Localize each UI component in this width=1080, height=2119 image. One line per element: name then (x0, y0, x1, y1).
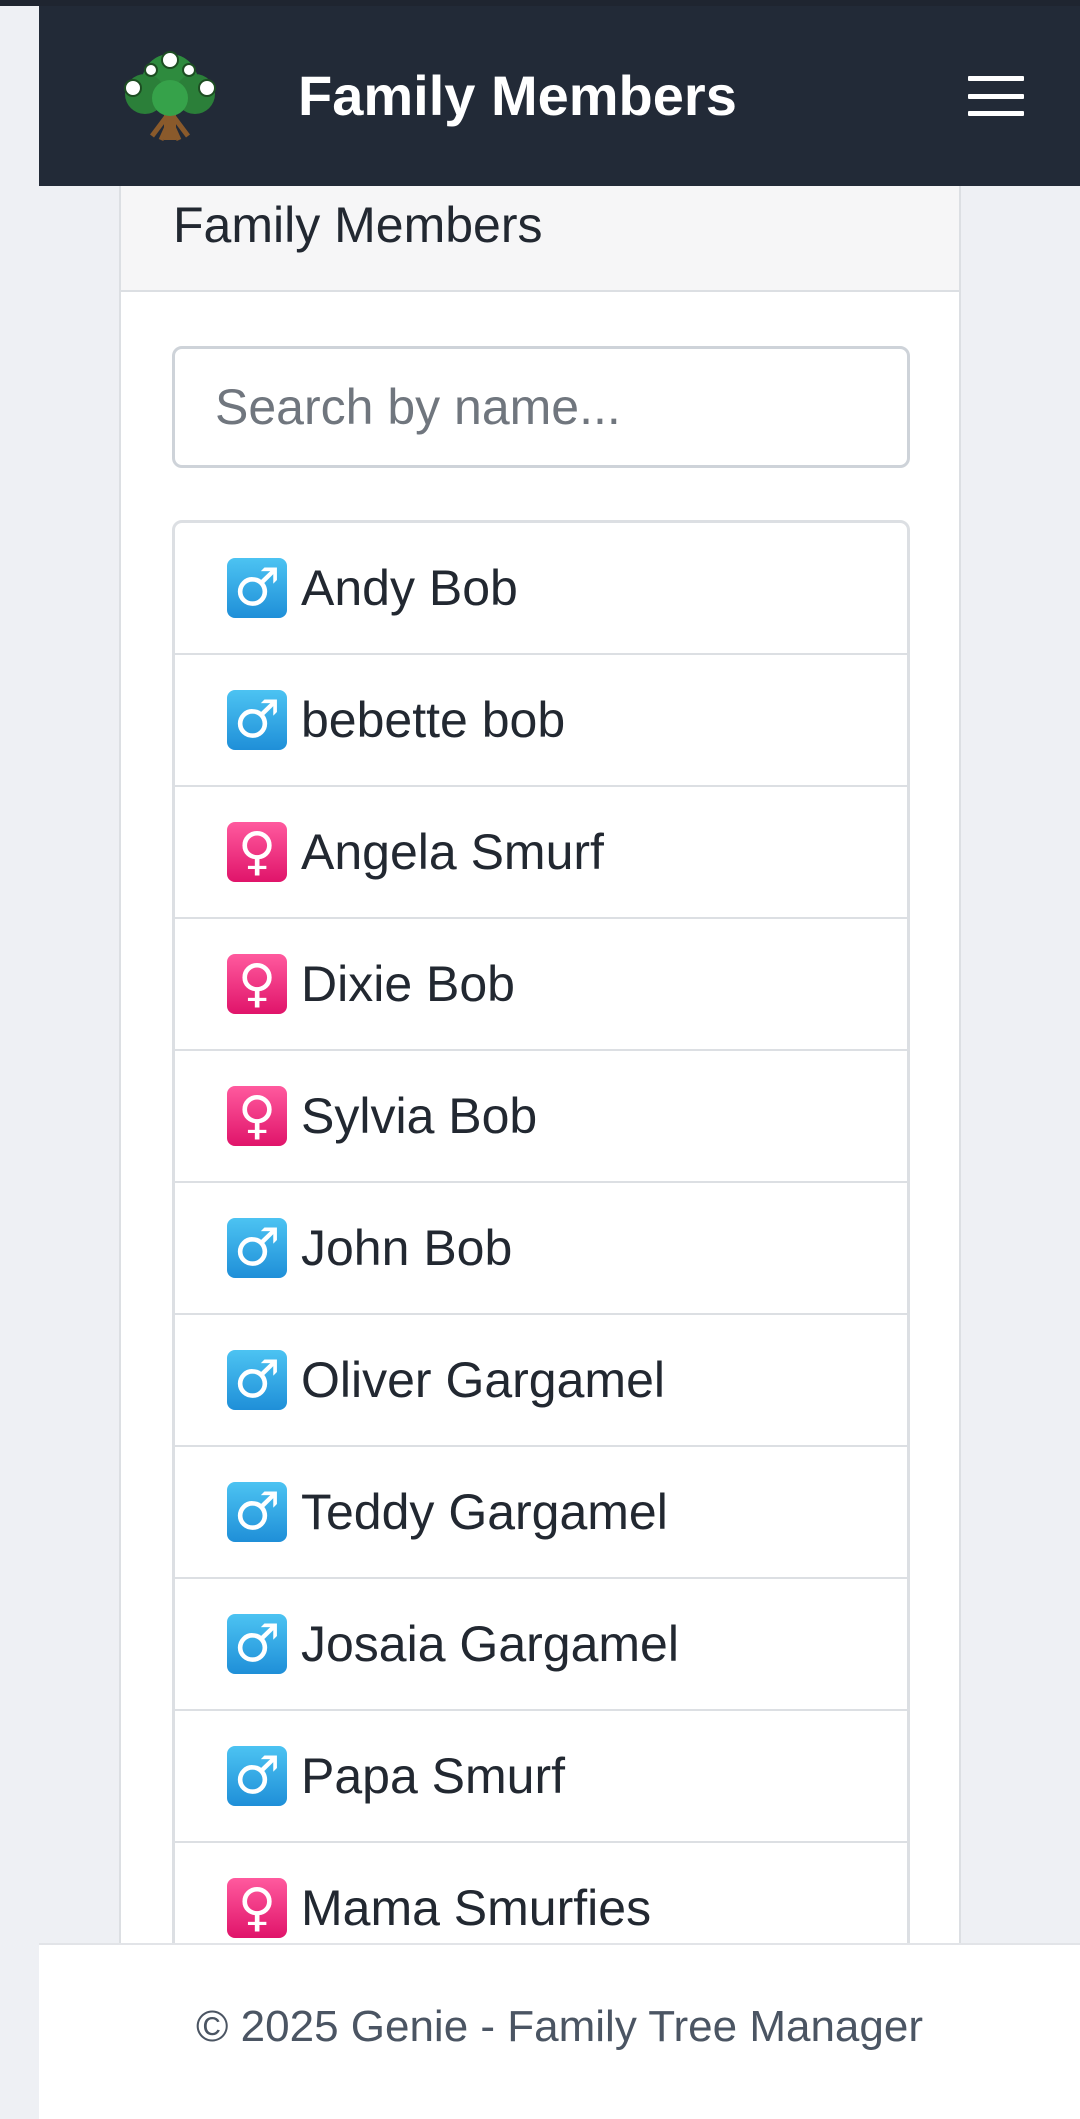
female-sign-icon: ♀ (227, 822, 287, 882)
member-name: bebette bob (301, 692, 566, 748)
member-list-item[interactable]: ♂ Josaia Gargamel (175, 1579, 907, 1711)
member-name: Andy Bob (301, 560, 518, 616)
male-sign-icon: ♂ (227, 1350, 287, 1410)
navbar: Family Members (39, 6, 1080, 186)
footer: © 2025 Genie - Family Tree Manager (39, 1943, 1080, 2119)
member-list-item[interactable]: ♀ Sylvia Bob (175, 1051, 907, 1183)
member-list-item[interactable]: ♂ John Bob (175, 1183, 907, 1315)
member-list-item[interactable]: ♂ Andy Bob (175, 523, 907, 655)
member-list-item[interactable]: ♂ Papa Smurf (175, 1711, 907, 1843)
female-sign-icon: ♀ (227, 1878, 287, 1938)
member-list: ♂ Andy Bob ♂ bebette bob ♀ Angela Smurf ♀ Dixie… (172, 520, 910, 1978)
search-input[interactable] (172, 346, 910, 468)
member-list-item[interactable]: ♀ Angela Smurf (175, 787, 907, 919)
member-name: Dixie Bob (301, 956, 515, 1012)
navbar-title: Family Members (298, 64, 737, 127)
member-name: Mama Smurfies (301, 1880, 652, 1936)
male-sign-icon: ♂ (227, 1614, 287, 1674)
member-name: Josaia Gargamel (301, 1616, 679, 1672)
member-list-item[interactable]: ♂ bebette bob (175, 655, 907, 787)
female-sign-icon: ♀ (227, 1086, 287, 1146)
members-card: Family Members ♂Andy Bob♂bebette bob♀Ang… (119, 186, 961, 1978)
member-list-item[interactable]: ♂ Oliver Gargamel (175, 1315, 907, 1447)
member-list-item[interactable]: ♂ Teddy Gargamel (175, 1447, 907, 1579)
male-sign-icon: ♂ (227, 558, 287, 618)
male-sign-icon: ♂ (227, 690, 287, 750)
member-name: Sylvia Bob (301, 1088, 538, 1144)
hamburger-menu-icon[interactable] (968, 68, 1024, 124)
card-header: Family Members (121, 186, 959, 292)
member-name: Oliver Gargamel (301, 1352, 665, 1408)
member-name: John Bob (301, 1220, 513, 1276)
member-list-item[interactable]: ♀ Dixie Bob (175, 919, 907, 1051)
member-name: Teddy Gargamel (301, 1484, 668, 1540)
female-sign-icon: ♀ (227, 954, 287, 1014)
male-sign-icon: ♂ (227, 1746, 287, 1806)
member-name: Angela Smurf (301, 824, 604, 880)
family-tree-logo[interactable] (117, 50, 223, 144)
male-sign-icon: ♂ (227, 1482, 287, 1542)
member-name: Papa Smurf (301, 1748, 566, 1804)
male-sign-icon: ♂ (227, 1218, 287, 1278)
